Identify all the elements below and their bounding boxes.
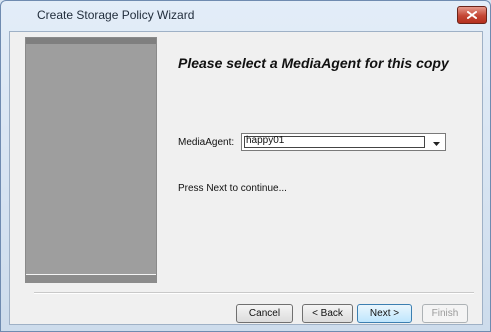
media-agent-label: MediaAgent:: [178, 137, 235, 148]
side-image-top-band: [26, 38, 156, 44]
page-heading: Please select a MediaAgent for this copy: [178, 55, 449, 71]
media-agent-dropdown[interactable]: happy01: [241, 133, 446, 151]
close-icon: [467, 11, 477, 19]
wizard-side-image: [25, 37, 157, 283]
close-button[interactable]: [457, 6, 487, 24]
next-button[interactable]: Next >: [357, 304, 412, 323]
continue-hint: Press Next to continue...: [178, 183, 287, 194]
finish-button[interactable]: Finish: [422, 304, 468, 323]
button-separator: [34, 292, 474, 294]
media-agent-value: happy01: [246, 135, 285, 146]
title-bar[interactable]: Create Storage Policy Wizard: [1, 1, 490, 31]
back-button[interactable]: < Back: [302, 304, 353, 323]
side-image-bottom-band: [26, 274, 156, 283]
chevron-down-icon: [433, 133, 440, 151]
dropdown-arrow-button[interactable]: [428, 134, 445, 150]
window-title: Create Storage Policy Wizard: [37, 8, 195, 22]
cancel-button[interactable]: Cancel: [236, 304, 293, 323]
